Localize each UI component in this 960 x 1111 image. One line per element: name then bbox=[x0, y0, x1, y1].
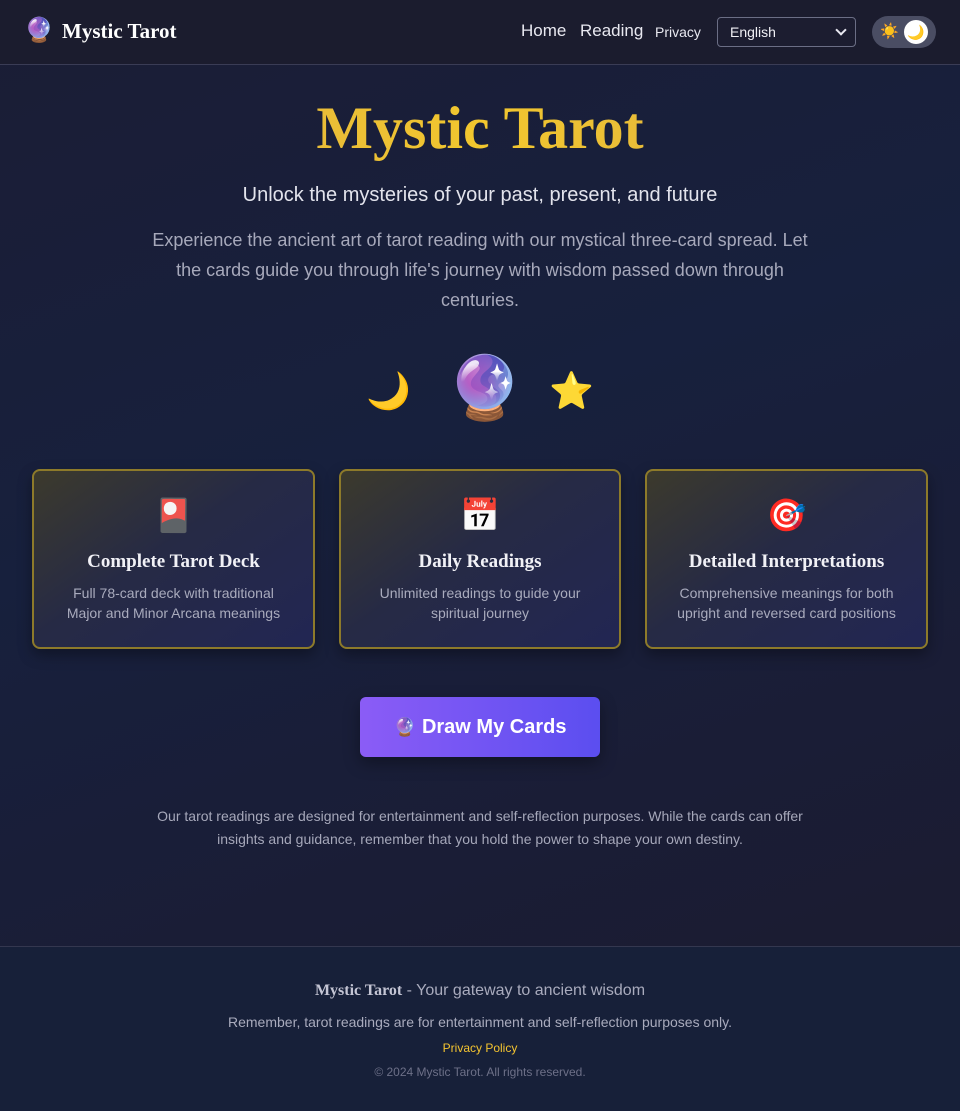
crystal-ball-icon: 🔮 bbox=[393, 717, 416, 737]
theme-toggle[interactable]: ☀️ 🌙 bbox=[872, 16, 936, 48]
disclaimer-text: Our tarot readings are designed for ente… bbox=[157, 808, 803, 847]
footer-brand: Mystic Tarot bbox=[314, 982, 403, 999]
sun-icon: ☀️ bbox=[880, 23, 899, 40]
feature-card-description: Comprehensive meanings for both upright … bbox=[677, 585, 896, 621]
language-selected-value: English bbox=[730, 24, 776, 40]
footer-note: Remember, tarot readings are for enterta… bbox=[228, 1014, 732, 1030]
target-icon: 🎯 bbox=[766, 497, 807, 533]
footer-copyright: © 2024 Mystic Tarot. All rights reserved… bbox=[374, 1065, 586, 1079]
feature-card-description: Unlimited readings to guide your spiritu… bbox=[379, 585, 581, 621]
crystal-ball-icon: 🔮 bbox=[24, 17, 54, 44]
flower-playing-card-icon: 🎴 bbox=[153, 497, 194, 533]
chevron-down-icon bbox=[835, 24, 847, 36]
feature-card-daily-readings: 📅 Daily Readings Unlimited readings to g… bbox=[339, 469, 621, 649]
draw-my-cards-button[interactable]: 🔮 Draw My Cards bbox=[360, 697, 600, 757]
feature-card-description: Full 78-card deck with traditional Major… bbox=[66, 585, 281, 621]
calendar-icon: 📅 bbox=[460, 497, 500, 533]
moon-icon: 🌙 bbox=[907, 24, 925, 40]
feature-card-detailed-interpretations: 🎯 Detailed Interpretations Comprehensive… bbox=[645, 469, 928, 649]
nav-link-home[interactable]: Home bbox=[521, 21, 566, 41]
star-icon: ⭐ bbox=[549, 370, 594, 411]
brand-name: Mystic Tarot bbox=[62, 19, 177, 43]
feature-card-title: Complete Tarot Deck bbox=[87, 551, 260, 572]
footer-privacy-policy-link[interactable]: Privacy Policy bbox=[0, 1040, 960, 1056]
hero-icon-row: 🌙 🔮 ⭐ bbox=[0, 350, 960, 430]
hero-title: Mystic Tarot bbox=[0, 92, 960, 164]
crystal-ball-icon: 🔮 bbox=[446, 354, 524, 423]
hero-description: Experience the ancient art of tarot read… bbox=[152, 230, 808, 310]
nav-link-privacy[interactable]: Privacy bbox=[655, 24, 701, 40]
nav-link-reading[interactable]: Reading bbox=[580, 21, 643, 41]
navbar: 🔮 Mystic Tarot Home Reading Privacy Engl… bbox=[0, 0, 960, 65]
feature-card-complete-deck: 🎴 Complete Tarot Deck Full 78-card deck … bbox=[32, 469, 315, 649]
footer: Mystic Tarot - Your gateway to ancient w… bbox=[0, 946, 960, 1111]
crescent-moon-icon: 🌙 bbox=[366, 370, 411, 411]
footer-tagline-line: Mystic Tarot - Your gateway to ancient w… bbox=[0, 981, 960, 1001]
feature-card-title: Daily Readings bbox=[418, 551, 542, 572]
draw-my-cards-label: Draw My Cards bbox=[421, 716, 567, 738]
language-select[interactable]: English bbox=[717, 17, 856, 47]
hero-subtitle: Unlock the mysteries of your past, prese… bbox=[242, 184, 718, 206]
feature-card-title: Detailed Interpretations bbox=[688, 551, 885, 572]
footer-tagline: - Your gateway to ancient wisdom bbox=[402, 982, 646, 999]
brand-logo-link[interactable]: 🔮 Mystic Tarot bbox=[24, 17, 177, 45]
theme-toggle-knob: 🌙 bbox=[904, 20, 928, 44]
